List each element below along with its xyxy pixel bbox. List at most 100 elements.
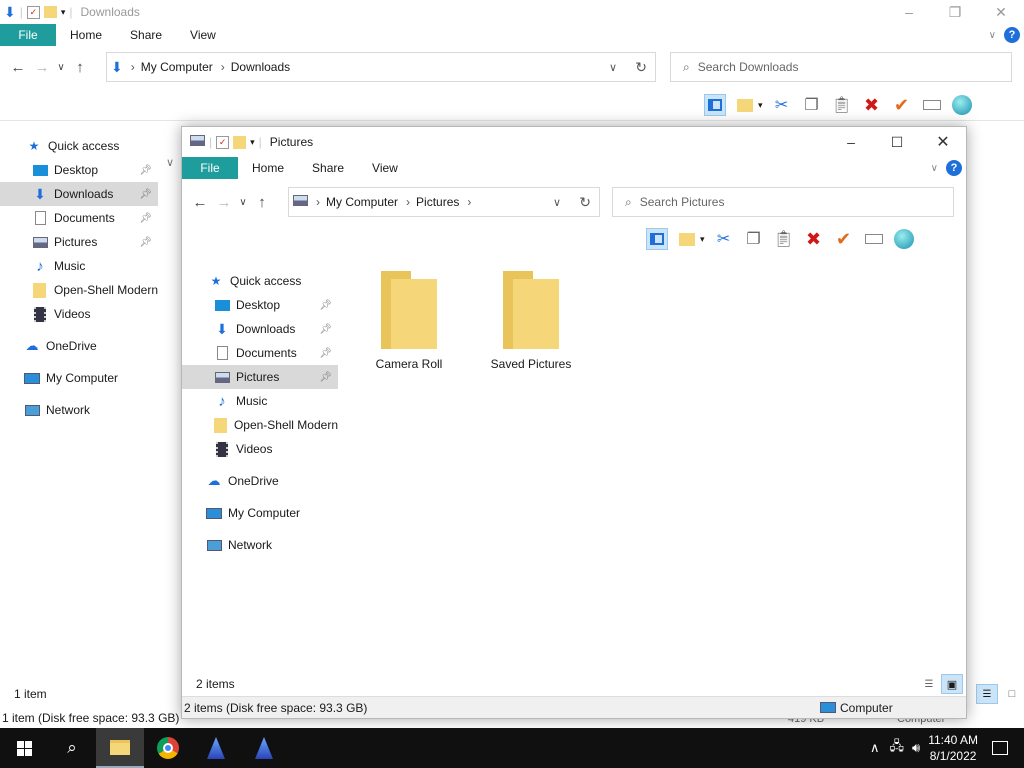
minimize-button[interactable]: – bbox=[886, 0, 932, 24]
close-button[interactable]: ✕ bbox=[920, 127, 966, 157]
volume-icon[interactable]: 🔊︎ bbox=[912, 740, 920, 756]
minimize-button[interactable]: – bbox=[828, 127, 874, 157]
tab-home[interactable]: Home bbox=[238, 161, 298, 175]
address-bar[interactable]: ⬇ › My Computer › Downloads ∨ ↻ bbox=[106, 52, 656, 82]
new-folder-icon[interactable] bbox=[676, 228, 698, 250]
paste-icon[interactable]: 📋︎ bbox=[831, 94, 853, 116]
folder-saved-pictures[interactable]: Saved Pictures bbox=[486, 271, 576, 371]
tab-view[interactable]: View bbox=[176, 28, 230, 42]
nav-item-pictures[interactable]: Pictures 📌︎ bbox=[182, 365, 338, 389]
nav-item-downloads[interactable]: ⬇ Downloads 📌︎ bbox=[182, 317, 338, 341]
new-folder-icon[interactable] bbox=[43, 6, 57, 18]
start-button[interactable] bbox=[0, 728, 48, 768]
tab-file[interactable]: File bbox=[182, 157, 238, 179]
ribbon-expand-icon[interactable]: ∨ bbox=[989, 30, 996, 41]
forward-button[interactable]: → bbox=[212, 194, 236, 211]
help-icon[interactable]: ? bbox=[946, 160, 962, 176]
forward-button[interactable]: → bbox=[30, 59, 54, 76]
nav-item-music[interactable]: ♪ Music bbox=[0, 254, 158, 278]
close-button[interactable]: ✕ bbox=[978, 0, 1024, 24]
tab-view[interactable]: View bbox=[358, 161, 412, 175]
search-box[interactable]: ⌕ Search Downloads bbox=[670, 52, 1012, 82]
recent-locations-button[interactable]: ∨ bbox=[236, 197, 250, 208]
nav-item-open-shell-modern[interactable]: Open-Shell Modern bbox=[0, 278, 158, 302]
properties-check-icon[interactable]: ✔ bbox=[833, 228, 855, 250]
dropdown-icon[interactable]: ▾ bbox=[700, 234, 705, 245]
nav-item-quick-access[interactable]: ★ Quick access bbox=[182, 269, 338, 293]
tab-share[interactable]: Share bbox=[116, 28, 176, 42]
refresh-button[interactable]: ↻ bbox=[579, 194, 591, 211]
notifications-icon[interactable] bbox=[992, 741, 1008, 755]
search-box[interactable]: ⌕ Search Pictures bbox=[612, 187, 954, 217]
nav-item-onedrive[interactable]: ☁ OneDrive bbox=[0, 334, 158, 358]
network-icon[interactable]: 🖧︎ bbox=[889, 737, 904, 759]
address-bar[interactable]: › My Computer › Pictures › ∨ ↻ bbox=[288, 187, 600, 217]
nav-item-network[interactable]: Network bbox=[182, 533, 338, 557]
delete-icon[interactable]: ✖ bbox=[861, 94, 883, 116]
nav-item-pictures[interactable]: Pictures 📌︎ bbox=[0, 230, 158, 254]
scroll-chevron-icon[interactable]: ∨ bbox=[166, 156, 174, 169]
breadcrumb-pictures[interactable]: Pictures bbox=[416, 195, 459, 209]
details-view-icon[interactable]: ☰ bbox=[919, 675, 939, 693]
nav-item-videos[interactable]: Videos bbox=[0, 302, 158, 326]
nav-item-music[interactable]: ♪ Music bbox=[182, 389, 338, 413]
nav-item-downloads[interactable]: ⬇ Downloads 📌︎ bbox=[0, 182, 158, 206]
recent-locations-button[interactable]: ∨ bbox=[54, 62, 68, 73]
rename-icon[interactable] bbox=[863, 228, 885, 250]
help-icon[interactable]: ? bbox=[1004, 27, 1020, 43]
properties-check-icon[interactable]: ✔ bbox=[891, 94, 913, 116]
maximize-button[interactable]: ☐ bbox=[874, 127, 920, 157]
address-dropdown-icon[interactable]: ∨ bbox=[609, 61, 617, 74]
refresh-button[interactable]: ↻ bbox=[635, 59, 647, 76]
pictures-icon[interactable] bbox=[190, 135, 205, 149]
large-icons-view-icon[interactable]: ▣ bbox=[941, 674, 963, 694]
new-folder-icon[interactable] bbox=[734, 94, 756, 116]
properties-icon[interactable]: ✓ bbox=[26, 5, 40, 19]
nav-item-onedrive[interactable]: ☁ OneDrive bbox=[182, 469, 338, 493]
clock[interactable]: 11:40 AM 8/1/2022 bbox=[928, 732, 978, 764]
breadcrumb-my-computer[interactable]: My Computer bbox=[326, 195, 398, 209]
paste-icon[interactable]: 📋︎ bbox=[773, 228, 795, 250]
cut-icon[interactable]: ✂ bbox=[713, 228, 735, 250]
taskbar-app-1[interactable] bbox=[192, 728, 240, 768]
folder-camera-roll[interactable]: Camera Roll bbox=[364, 271, 454, 371]
up-button[interactable]: ↑ bbox=[68, 59, 92, 76]
nav-item-videos[interactable]: Videos bbox=[182, 437, 338, 461]
qat-dropdown-icon[interactable]: ▾ bbox=[61, 7, 66, 18]
tab-file[interactable]: File bbox=[0, 24, 56, 46]
delete-icon[interactable]: ✖ bbox=[803, 228, 825, 250]
large-icons-view-icon[interactable]: □ bbox=[1003, 684, 1021, 704]
taskbar-app-2[interactable] bbox=[240, 728, 288, 768]
copy-icon[interactable]: ❐ bbox=[743, 228, 765, 250]
nav-item-documents[interactable]: Documents 📌︎ bbox=[182, 341, 338, 365]
show-hidden-icons-icon[interactable]: ∧ bbox=[870, 740, 880, 756]
nav-item-desktop[interactable]: Desktop 📌︎ bbox=[182, 293, 338, 317]
details-view-icon[interactable]: ☰ bbox=[976, 684, 998, 704]
ribbon-expand-icon[interactable]: ∨ bbox=[931, 163, 938, 174]
restore-button[interactable]: ❐ bbox=[932, 0, 978, 24]
search-button[interactable]: ⌕ bbox=[48, 728, 96, 768]
taskbar-chrome[interactable] bbox=[144, 728, 192, 768]
breadcrumb-downloads[interactable]: Downloads bbox=[231, 60, 290, 74]
preview-pane-icon[interactable] bbox=[704, 94, 726, 116]
dropdown-icon[interactable]: ▾ bbox=[758, 100, 763, 111]
qat-dropdown-icon[interactable]: ▾ bbox=[250, 137, 255, 148]
up-button[interactable]: ↑ bbox=[250, 194, 274, 211]
nav-item-open-shell-modern[interactable]: Open-Shell Modern bbox=[182, 413, 338, 437]
back-button[interactable]: ← bbox=[6, 59, 30, 76]
tab-home[interactable]: Home bbox=[56, 28, 116, 42]
cut-icon[interactable]: ✂ bbox=[771, 94, 793, 116]
open-shell-icon[interactable] bbox=[951, 94, 973, 116]
nav-item-network[interactable]: Network bbox=[0, 398, 158, 422]
nav-item-desktop[interactable]: Desktop 📌︎ bbox=[0, 158, 158, 182]
open-shell-icon[interactable] bbox=[893, 228, 915, 250]
nav-item-my-computer[interactable]: My Computer bbox=[182, 501, 338, 525]
tab-share[interactable]: Share bbox=[298, 161, 358, 175]
properties-icon[interactable]: ✓ bbox=[216, 135, 230, 149]
nav-item-my-computer[interactable]: My Computer bbox=[0, 366, 158, 390]
address-dropdown-icon[interactable]: ∨ bbox=[553, 196, 561, 209]
new-folder-icon[interactable] bbox=[233, 135, 247, 149]
nav-item-documents[interactable]: Documents 📌︎ bbox=[0, 206, 158, 230]
copy-icon[interactable]: ❐ bbox=[801, 94, 823, 116]
download-icon[interactable]: ⬇ bbox=[4, 4, 16, 21]
